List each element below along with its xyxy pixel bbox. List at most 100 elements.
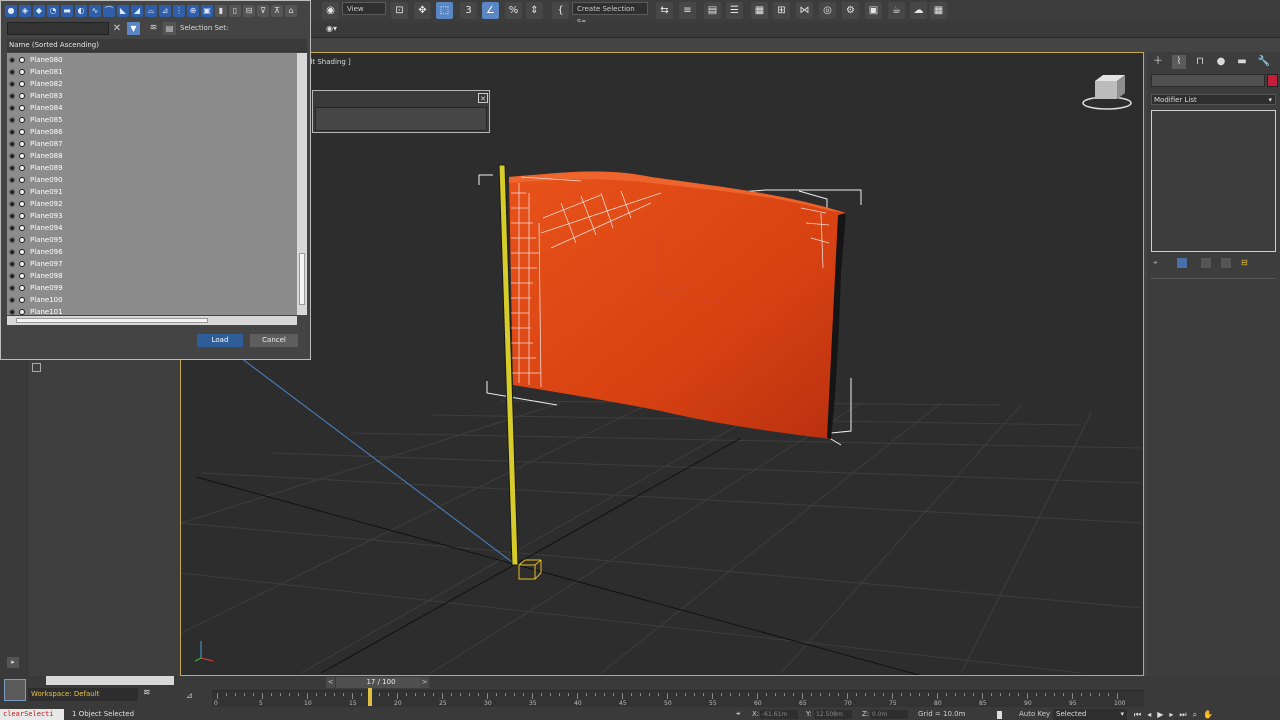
clear-search-icon[interactable]: ✕	[111, 22, 123, 35]
list-item[interactable]: ◉ Plane085	[7, 114, 297, 126]
eye-icon[interactable]: ◉	[9, 212, 17, 220]
list-item[interactable]: ◉ Plane088	[7, 150, 297, 162]
go-to-end-icon[interactable]: ⏭	[1179, 710, 1192, 719]
layer-explorer-icon[interactable]: ☰	[726, 2, 743, 19]
list-item[interactable]: ◉ Plane101	[7, 306, 297, 315]
object-list[interactable]: ◉ Plane080 ◉ Plane081 ◉ Plane082 ◉ Plane083 ◉ Pla…	[7, 53, 297, 315]
list-hscroll-thumb[interactable]	[16, 318, 208, 323]
eye-icon[interactable]: ◉	[9, 116, 17, 124]
undo-icon[interactable]: ●	[5, 5, 17, 17]
playback-controls[interactable]: ⏮◂▶▸⏭⌕✋	[1134, 709, 1280, 720]
percent-snap-icon[interactable]: ▣	[201, 5, 213, 17]
freeze-dot-icon[interactable]	[19, 69, 25, 75]
hierarchy-tab-icon[interactable]: ⊓	[1193, 55, 1207, 69]
freeze-dot-icon[interactable]	[19, 201, 25, 207]
move-icon[interactable]: ◢	[131, 5, 143, 17]
list-item[interactable]: ◉ Plane097	[7, 258, 297, 270]
modifier-stack[interactable]	[1151, 110, 1276, 252]
freeze-dot-icon[interactable]	[19, 225, 25, 231]
scene-canvas[interactable]	[181, 53, 1144, 676]
freeze-dot-icon[interactable]	[19, 309, 25, 315]
x-coordinate-field[interactable]: -61.61m	[760, 710, 798, 719]
reference-coord-dropdown[interactable]: View	[342, 2, 386, 15]
eye-icon[interactable]: ◉	[9, 140, 17, 148]
motion-tab-icon[interactable]: ●	[1214, 55, 1228, 69]
freeze-dot-icon[interactable]	[19, 177, 25, 183]
window-crossing-icon[interactable]: ◣	[117, 5, 129, 17]
eye-icon[interactable]: ◉	[9, 284, 17, 292]
select-manipulate-icon[interactable]: ⬚	[436, 2, 453, 19]
next-key-icon[interactable]: ▸	[1169, 710, 1179, 719]
freeze-dot-icon[interactable]	[19, 57, 25, 63]
curve-editor-icon[interactable]: ⊼	[271, 5, 283, 17]
freeze-dot-icon[interactable]	[19, 285, 25, 291]
z-coordinate-field[interactable]: 0.0m	[870, 710, 908, 719]
ribbon-toggle-icon[interactable]: ◉▾	[326, 24, 337, 33]
spinner-snap-icon[interactable]: ⇕	[526, 2, 543, 19]
list-vscroll-thumb[interactable]	[299, 253, 305, 305]
eye-icon[interactable]: ◉	[9, 68, 17, 76]
list-item[interactable]: ◉ Plane080	[7, 54, 297, 66]
timeline-track[interactable]: 0 5 10 15 20 25 30 35 40 45 50 55 60 65 70 75 80 85 90 95 10…	[212, 690, 1144, 707]
rotate-icon[interactable]: ⌓	[145, 5, 157, 17]
eye-icon[interactable]: ◉	[9, 128, 17, 136]
select-icon[interactable]: ◐	[75, 5, 87, 17]
close-icon[interactable]: ✕	[478, 93, 488, 103]
list-item[interactable]: ◉ Plane087	[7, 138, 297, 150]
region-icon[interactable]: ⌒	[103, 5, 115, 17]
mirror-icon[interactable]: ▯	[229, 5, 241, 17]
link-icon[interactable]: ◆	[33, 5, 45, 17]
perspective-viewport[interactable]: ult Shading ]	[180, 52, 1144, 676]
freeze-dot-icon[interactable]	[19, 189, 25, 195]
object-color-swatch[interactable]	[1267, 74, 1278, 87]
freeze-dot-icon[interactable]	[19, 165, 25, 171]
modifier-list-dropdown[interactable]: Modifier List ▾	[1151, 94, 1276, 105]
freeze-dot-icon[interactable]	[19, 237, 25, 243]
eye-icon[interactable]: ◉	[9, 236, 17, 244]
eye-icon[interactable]: ◉	[9, 104, 17, 112]
freeze-dot-icon[interactable]	[19, 93, 25, 99]
freeze-dot-icon[interactable]	[19, 273, 25, 279]
layer-icon[interactable]: ⊽	[257, 5, 269, 17]
y-coordinate-field[interactable]: 12.508m	[814, 710, 852, 719]
search-input[interactable]	[7, 22, 109, 35]
freeze-dot-icon[interactable]	[19, 153, 25, 159]
pan-icon[interactable]: ✋	[1203, 710, 1219, 719]
utilities-tab-icon[interactable]: 🔧	[1257, 55, 1271, 69]
list-item[interactable]: ◉ Plane083	[7, 90, 297, 102]
absolute-mode-icon[interactable]: ⌖	[736, 709, 746, 719]
eye-icon[interactable]: ◉	[9, 164, 17, 172]
object-name-field[interactable]	[1151, 74, 1265, 87]
scale-icon[interactable]: ⊿	[159, 5, 171, 17]
display-tab-icon[interactable]: ▬	[1235, 55, 1249, 69]
modify-tab-icon[interactable]: ⌇	[1172, 55, 1186, 69]
name-column-header[interactable]: Name (Sorted Ascending)	[7, 39, 307, 52]
viewport-layout-icon[interactable]	[4, 679, 26, 701]
eye-icon[interactable]: ◉	[9, 188, 17, 196]
next-frame-button[interactable]: >	[420, 677, 429, 688]
list-item[interactable]: ◉ Plane090	[7, 174, 297, 186]
prev-key-icon[interactable]: ◂	[1147, 710, 1157, 719]
zoom-icon[interactable]: ⌕	[1193, 710, 1203, 719]
key-filter-dropdown[interactable]: Selected ▾	[1053, 709, 1127, 720]
freeze-dot-icon[interactable]	[19, 249, 25, 255]
key-mode-icon[interactable]	[997, 711, 1002, 719]
cancel-button[interactable]: Cancel	[250, 334, 298, 347]
eye-icon[interactable]: ◉	[9, 152, 17, 160]
spinner-snap-icon[interactable]: ▮	[215, 5, 227, 17]
expand-icon[interactable]: ▸	[7, 657, 19, 668]
prev-frame-button[interactable]: <	[326, 677, 335, 688]
checkbox-icon[interactable]	[32, 363, 41, 372]
snap-toggle-icon[interactable]: 3	[460, 2, 477, 19]
eye-icon[interactable]: ◉	[9, 176, 17, 184]
workspace-dropdown[interactable]: Workspace: Default	[28, 688, 138, 701]
list-item[interactable]: ◉ Plane089	[7, 162, 297, 174]
list-item[interactable]: ◉ Plane092	[7, 198, 297, 210]
list-item[interactable]: ◉ Plane084	[7, 102, 297, 114]
curve-editor-mini-icon[interactable]: ⊿	[186, 691, 200, 703]
snap-icon[interactable]: ⋮	[173, 5, 185, 17]
named-selection-dropdown[interactable]: Create Selection Se	[572, 2, 648, 26]
filter-icon[interactable]: ▼	[127, 22, 140, 35]
angle-snap-icon[interactable]: ∠	[482, 2, 499, 19]
list-item[interactable]: ◉ Plane099	[7, 282, 297, 294]
